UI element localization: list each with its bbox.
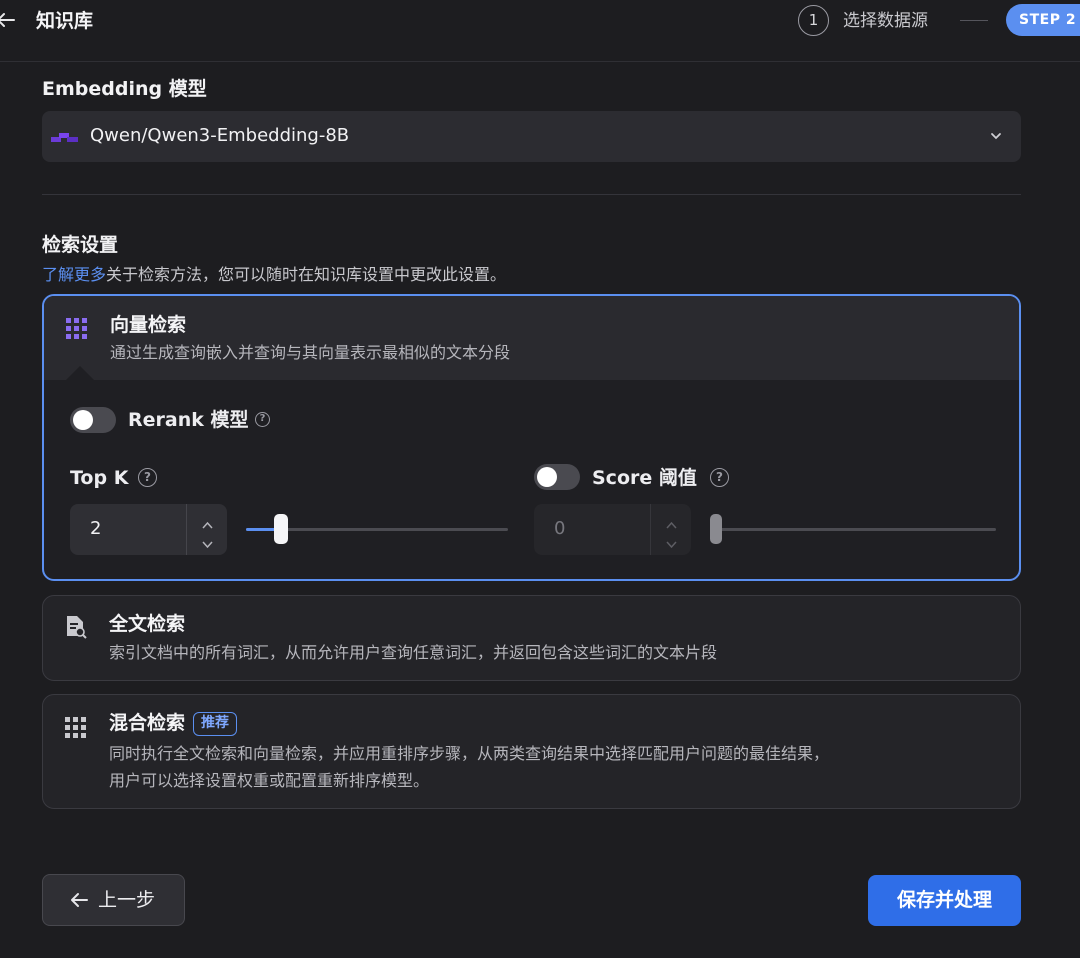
topk-value: 2 [90,518,102,539]
hybrid-title-row: 混合检索 推荐 [109,710,238,736]
previous-step-label: 上一步 [98,889,156,911]
score-stepper[interactable] [650,504,691,555]
topk-input[interactable]: 2 [70,504,227,555]
page-title: 知识库 [36,10,94,32]
grid-dots-icon [63,715,89,741]
hint-text: 关于检索方法，您可以随时在知识库设置中更改此设置。 [106,265,507,284]
back-arrow-icon[interactable] [0,8,16,32]
section-divider [42,194,1021,195]
chevron-down-icon [989,128,1003,142]
fulltext-desc: 索引文档中的所有词汇，从而允许用户查询任意词汇，并返回包含这些词汇的文本片段 [109,643,718,662]
model-logo-icon [51,129,79,143]
embedding-model-select[interactable]: Qwen/Qwen3-Embedding-8B [42,111,1021,162]
help-circle-icon[interactable]: ? [138,468,157,487]
previous-step-button[interactable]: 上一步 [42,874,185,926]
embedding-section-title: Embedding 模型 [42,78,207,100]
vector-card-header: 向量检索 通过生成查询嵌入并查询与其向量表示最相似的文本分段 [44,296,1019,380]
retrieval-section-title: 检索设置 [42,234,119,256]
vector-search-card[interactable]: 向量检索 通过生成查询嵌入并查询与其向量表示最相似的文本分段 Rerank 模型… [42,294,1021,581]
score-toggle[interactable] [534,464,580,490]
chevron-down-icon[interactable] [665,534,678,549]
topk-stepper[interactable] [186,504,227,555]
chevron-up-icon[interactable] [201,515,214,529]
toggle-knob [537,467,557,487]
score-value: 0 [554,518,566,539]
topk-label: Top K [70,467,129,489]
vector-title: 向量检索 [110,314,187,336]
chevron-down-icon[interactable] [201,534,214,549]
document-search-icon [63,614,89,640]
recommended-badge: 推荐 [193,712,238,736]
score-slider[interactable] [710,514,996,544]
score-label: Score 阈值 [592,467,697,489]
vector-desc: 通过生成查询嵌入并查询与其向量表示最相似的文本分段 [110,343,511,362]
step2-badge: STEP 2 [1006,4,1080,36]
score-input[interactable]: 0 [534,504,691,555]
hybrid-search-card[interactable]: 混合检索 推荐 同时执行全文检索和向量检索，并应用重排序步骤，从两类查询结果中选择… [42,694,1021,809]
fulltext-search-card[interactable]: 全文检索 索引文档中的所有词汇，从而允许用户查询任意词汇，并返回包含这些词汇的文… [42,595,1021,681]
hybrid-desc-line1: 同时执行全文检索和向量检索，并应用重排序步骤，从两类查询结果中选择匹配用户问题的… [109,744,830,763]
fulltext-title: 全文检索 [109,613,186,635]
card-notch [66,366,94,380]
step-connector [960,20,988,21]
step1-number: 1 [798,5,829,36]
rerank-label: Rerank 模型 [128,409,249,431]
slider-thumb[interactable] [274,514,288,544]
save-and-process-label: 保存并处理 [896,889,992,911]
slider-thumb[interactable] [710,514,722,544]
slider-track [710,528,996,531]
save-and-process-button[interactable]: 保存并处理 [868,875,1021,926]
learn-more-link[interactable]: 了解更多 [42,265,106,284]
top-bar: 知识库 1 选择数据源 STEP 2 [0,0,1080,62]
help-circle-icon[interactable]: ? [255,412,270,427]
topk-slider[interactable] [246,514,508,544]
step1-label: 选择数据源 [843,11,928,31]
grid-dots-icon [64,316,90,342]
hybrid-desc-line2: 用户可以选择设置权重或配置重新排序模型。 [109,771,430,790]
selected-model-name: Qwen/Qwen3-Embedding-8B [90,125,350,146]
hybrid-title: 混合检索 [109,712,186,734]
toggle-knob [73,410,93,430]
help-circle-icon[interactable]: ? [710,468,729,487]
retrieval-hint: 了解更多关于检索方法，您可以随时在知识库设置中更改此设置。 [42,264,506,286]
arrow-left-icon [69,888,89,917]
chevron-up-icon[interactable] [665,515,678,529]
rerank-toggle[interactable] [70,407,116,433]
